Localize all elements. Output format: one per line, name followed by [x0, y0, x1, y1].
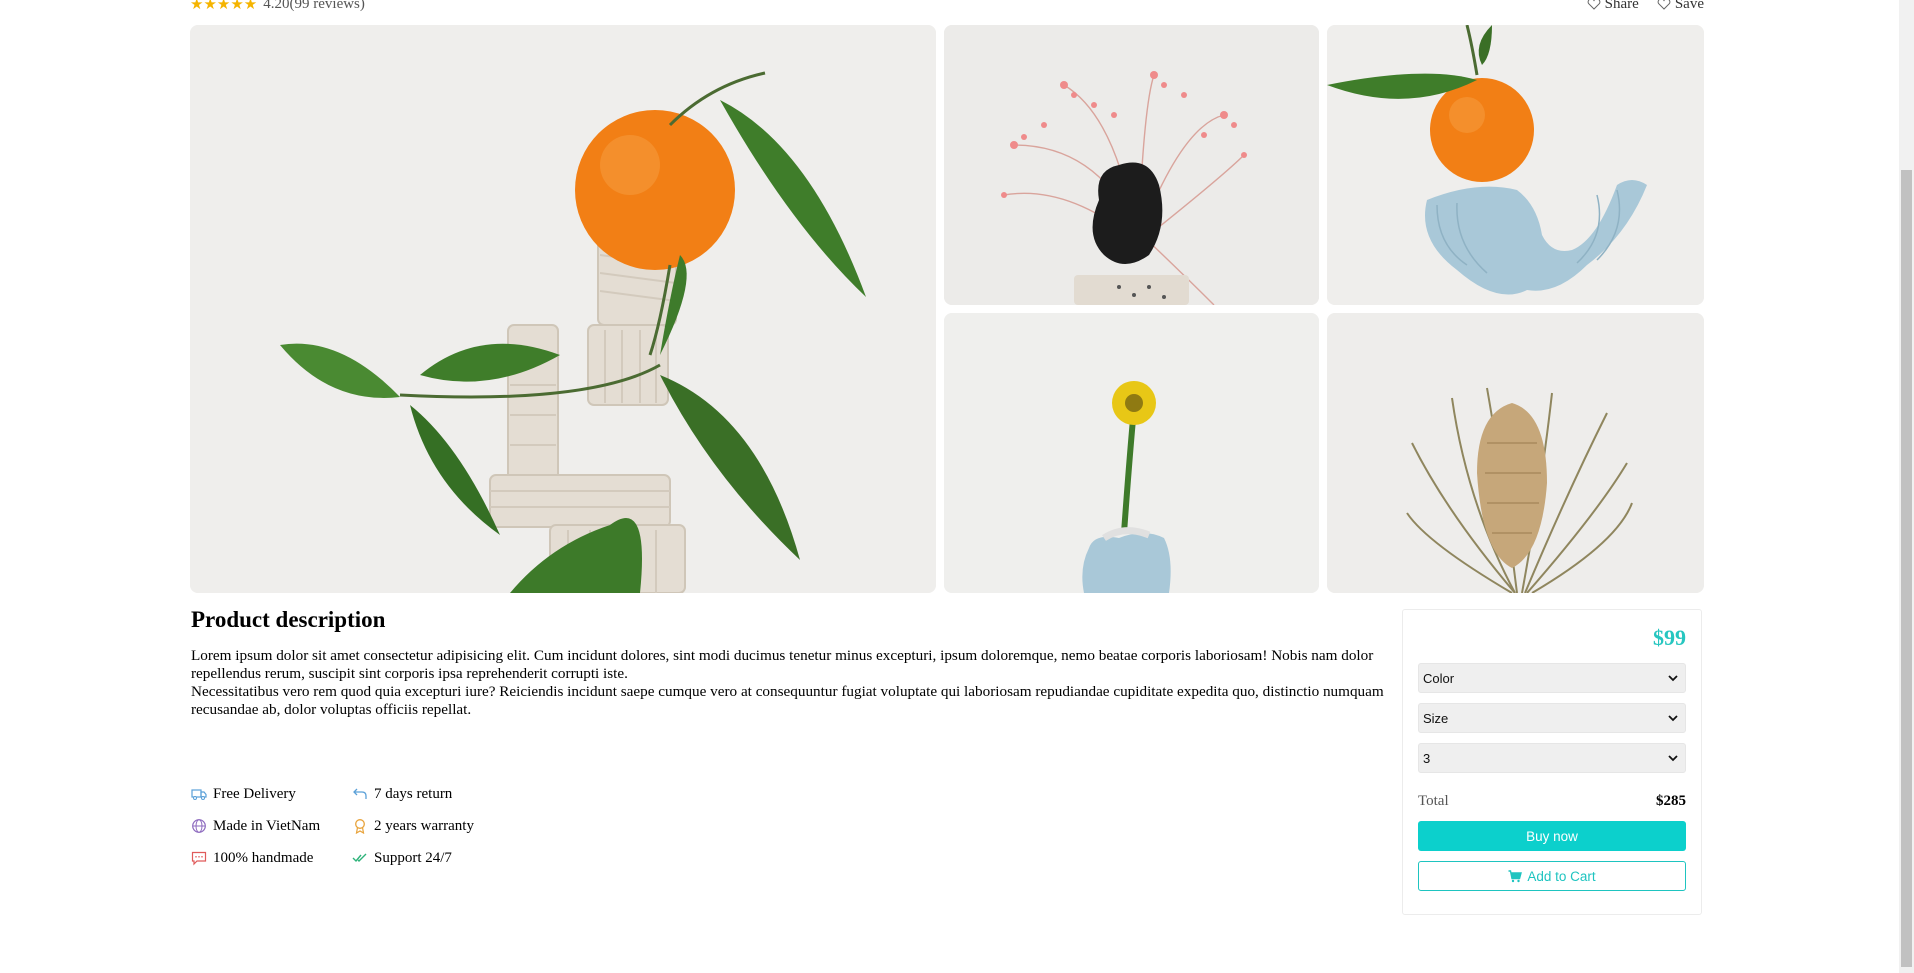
- feature-label: Free Delivery: [213, 785, 296, 802]
- add-to-cart-label: Add to Cart: [1527, 868, 1596, 884]
- feature-label: 2 years warranty: [374, 817, 474, 834]
- scrollbar-thumb[interactable]: [1901, 170, 1912, 967]
- pink-flowers-image: [944, 25, 1319, 305]
- product-meta-bar: ★★★★★ 4.20(99 reviews) Share Save: [190, 0, 1704, 14]
- description-title: Product description: [191, 607, 386, 632]
- description-paragraph: Necessitatibus vero rem quod quia except…: [191, 683, 1384, 718]
- gallery-main-image[interactable]: [190, 25, 936, 593]
- globe-icon: [191, 818, 207, 834]
- chat-icon: [191, 850, 207, 866]
- product-gallery: [190, 25, 1704, 593]
- share-label: Share: [1604, 0, 1639, 12]
- product-actions: Share Save: [1587, 0, 1704, 13]
- gallery-thumbnail-3[interactable]: [944, 313, 1319, 593]
- feature-item: 7 days return: [352, 784, 512, 804]
- gallery-thumbnail-4[interactable]: [1327, 313, 1704, 593]
- return-arrow-icon: [352, 786, 368, 802]
- orange-blue-vase-image: [1327, 25, 1704, 305]
- add-to-cart-button[interactable]: Add to Cart: [1418, 861, 1686, 891]
- gallery-thumbnail-1[interactable]: [944, 25, 1319, 305]
- chevron-down-icon: [1668, 675, 1678, 682]
- dried-banksia-image: [1327, 313, 1704, 593]
- buy-now-label: Buy now: [1526, 828, 1578, 844]
- rating: ★★★★★ 4.20(99 reviews): [190, 0, 365, 14]
- rating-number: 4.20: [263, 0, 290, 12]
- product-price: $99: [1653, 625, 1686, 650]
- feature-label: Made in VietNam: [213, 817, 321, 834]
- feature-item: Free Delivery: [191, 784, 352, 804]
- chevron-down-icon: [1668, 715, 1678, 722]
- total-label: Total: [1418, 793, 1449, 809]
- double-check-icon: [352, 850, 368, 866]
- save-button[interactable]: Save: [1657, 0, 1704, 13]
- feature-label: 100% handmade: [213, 849, 314, 866]
- size-select-value: Size: [1423, 710, 1449, 726]
- feature-label: 7 days return: [374, 785, 453, 802]
- quantity-select-value: 3: [1423, 750, 1431, 766]
- color-select[interactable]: Color: [1418, 663, 1686, 693]
- gallery-thumbnail-2[interactable]: [1327, 25, 1704, 305]
- review-count: (99 reviews): [289, 0, 365, 12]
- truck-icon: [191, 786, 207, 802]
- save-label: Save: [1674, 0, 1704, 12]
- share-button[interactable]: Share: [1587, 0, 1639, 13]
- quantity-select[interactable]: 3: [1418, 743, 1686, 773]
- feature-item: 2 years warranty: [352, 816, 512, 836]
- heart-icon: [1587, 0, 1601, 10]
- rating-value: 4.20(99 reviews): [263, 0, 365, 13]
- description-paragraph: Lorem ipsum dolor sit amet consectetur a…: [191, 647, 1374, 682]
- total-value: $285: [1656, 793, 1686, 809]
- size-select[interactable]: Size: [1418, 703, 1686, 733]
- buy-now-button[interactable]: Buy now: [1418, 821, 1686, 851]
- feature-item: 100% handmade: [191, 848, 352, 868]
- orange-sculpture-image: [190, 25, 936, 593]
- page-scrollbar[interactable]: [1899, 0, 1914, 973]
- feature-item: Made in VietNam: [191, 816, 352, 836]
- purchase-card: $99 Color Size 3 Total $285 Buy now Add …: [1402, 609, 1702, 915]
- cart-icon: [1508, 869, 1523, 883]
- feature-item: Support 24/7: [352, 848, 512, 868]
- product-description: Product description Lorem ipsum dolor si…: [191, 607, 1401, 719]
- rating-stars: ★★★★★: [190, 0, 258, 13]
- color-select-value: Color: [1423, 670, 1455, 686]
- yellow-flower-image: [944, 313, 1319, 593]
- heart-icon: [1657, 0, 1671, 10]
- product-features: Free Delivery 7 days return Made in Viet…: [191, 784, 512, 868]
- award-icon: [352, 818, 368, 834]
- total-row: Total $285: [1418, 793, 1686, 810]
- chevron-down-icon: [1668, 755, 1678, 762]
- feature-label: Support 24/7: [374, 849, 452, 866]
